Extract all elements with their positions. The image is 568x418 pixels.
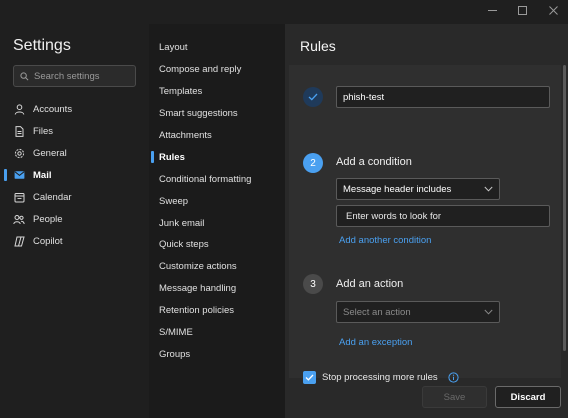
rule-name-input[interactable]: phish-test (336, 86, 550, 108)
nav-item-label: People (33, 213, 63, 225)
add-action-heading: Add an action (336, 278, 404, 290)
nav-item-mail[interactable]: Mail (0, 164, 149, 186)
nav-item-accounts[interactable]: Accounts (0, 98, 149, 120)
nav-item-people[interactable]: People (0, 208, 149, 230)
close-button[interactable] (538, 0, 568, 20)
stop-processing-label: Stop processing more rules (322, 372, 438, 383)
gear-icon (13, 147, 25, 159)
add-another-condition-link[interactable]: Add another condition (339, 235, 431, 246)
stop-processing-row: Stop processing more rules (303, 371, 459, 384)
menu-item-retention-policies[interactable]: Retention policies (149, 300, 285, 322)
menu-item-attachments[interactable]: Attachments (149, 125, 285, 147)
nav-item-label: Calendar (33, 191, 72, 203)
menu-item-customize-actions[interactable]: Customize actions (149, 256, 285, 278)
search-placeholder: Search settings (34, 70, 100, 82)
condition-words-input[interactable]: Enter words to look for (336, 205, 550, 227)
title-bar (0, 0, 568, 24)
nav-item-calendar[interactable]: Calendar (0, 186, 149, 208)
chevron-down-icon (484, 186, 493, 192)
save-button[interactable]: Save (422, 386, 487, 408)
rule-editor: phish-test 2 Add a condition Message hea… (289, 65, 561, 384)
settings-nav: Accounts Files General Mail Calendar Peo… (0, 98, 149, 252)
page-title: Rules (300, 38, 336, 54)
nav-item-files[interactable]: Files (0, 120, 149, 142)
menu-item-smime[interactable]: S/MIME (149, 322, 285, 344)
rules-panel: Rules phish-test 2 Add a condition Messa… (285, 24, 568, 418)
checkmark-icon (305, 374, 314, 381)
close-icon (548, 5, 558, 15)
menu-item-sweep[interactable]: Sweep (149, 190, 285, 212)
add-condition-heading: Add a condition (336, 156, 412, 168)
mail-icon (13, 169, 25, 181)
menu-item-junk-email[interactable]: Junk email (149, 212, 285, 234)
search-icon (20, 71, 29, 80)
search-settings-input[interactable]: Search settings (13, 65, 136, 87)
checkmark-icon (308, 93, 318, 101)
mail-settings-list: Layout Compose and reply Templates Smart… (149, 37, 285, 365)
nav-item-label: Mail (33, 169, 52, 181)
scrollbar[interactable] (563, 65, 566, 351)
file-icon (13, 125, 25, 137)
maximize-icon (517, 5, 527, 15)
step-2-badge: 2 (303, 153, 323, 173)
nav-item-label: General (33, 147, 67, 159)
menu-item-templates[interactable]: Templates (149, 81, 285, 103)
chevron-down-icon (484, 309, 493, 315)
discard-button[interactable]: Discard (495, 386, 561, 408)
add-exception-link[interactable]: Add an exception (339, 337, 412, 348)
menu-item-layout[interactable]: Layout (149, 37, 285, 59)
nav-item-label: Files (33, 125, 54, 137)
minimize-button[interactable] (477, 0, 507, 20)
menu-item-quick-steps[interactable]: Quick steps (149, 234, 285, 256)
copilot-icon (13, 235, 25, 247)
step-1-complete-icon (303, 87, 323, 107)
nav-item-general[interactable]: General (0, 142, 149, 164)
stop-processing-checkbox[interactable] (303, 371, 316, 384)
menu-item-groups[interactable]: Groups (149, 343, 285, 365)
info-icon[interactable] (448, 372, 459, 383)
menu-item-rules[interactable]: Rules (149, 146, 285, 168)
condition-select[interactable]: Message header includes (336, 178, 500, 200)
condition-select-value: Message header includes (343, 183, 452, 195)
action-select-placeholder: Select an action (343, 306, 411, 318)
minimize-icon (487, 9, 497, 11)
maximize-button[interactable] (507, 0, 537, 20)
nav-item-label: Copilot (33, 235, 63, 247)
nav-item-label: Accounts (33, 103, 73, 115)
settings-title: Settings (13, 37, 71, 54)
menu-item-smart-suggestions[interactable]: Smart suggestions (149, 103, 285, 125)
calendar-icon (13, 191, 25, 203)
menu-item-message-handling[interactable]: Message handling (149, 278, 285, 300)
action-select[interactable]: Select an action (336, 301, 500, 323)
menu-item-conditional-formatting[interactable]: Conditional formatting (149, 168, 285, 190)
nav-item-copilot[interactable]: Copilot (0, 230, 149, 252)
person-icon (13, 103, 25, 115)
step-3-badge: 3 (303, 274, 323, 294)
menu-item-compose-and-reply[interactable]: Compose and reply (149, 59, 285, 81)
people-icon (13, 213, 25, 225)
mail-settings-menu: Layout Compose and reply Templates Smart… (149, 24, 285, 418)
settings-sidebar: Settings Search settings Accounts Files … (0, 24, 149, 418)
